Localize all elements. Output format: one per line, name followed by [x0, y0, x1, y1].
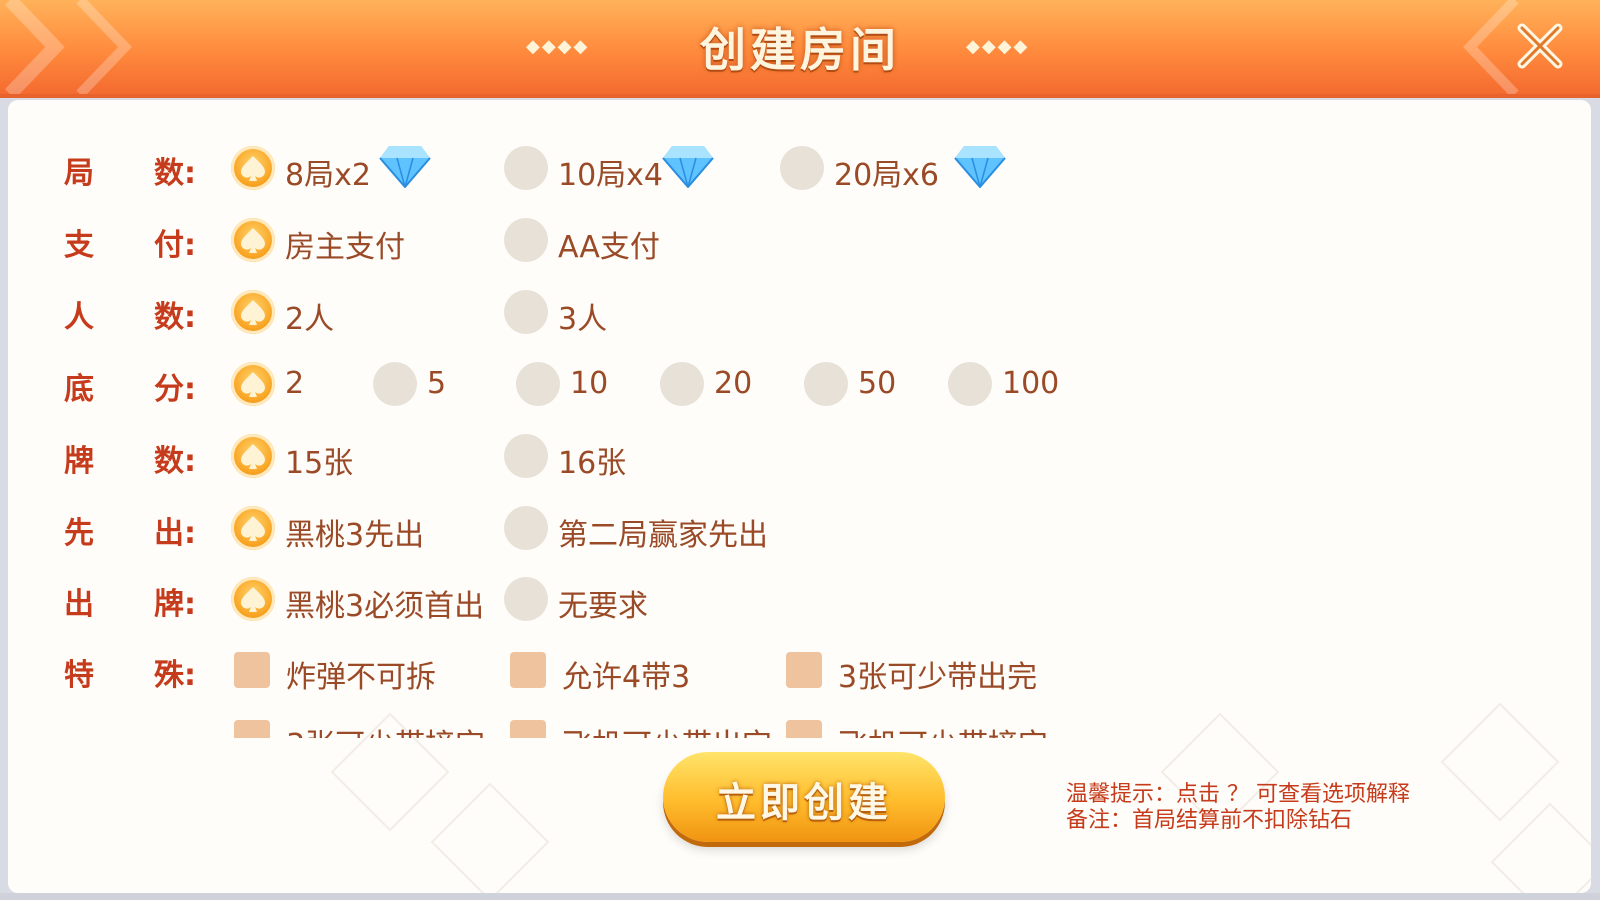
option-label: 无要求 [558, 589, 648, 624]
checkbox-box [786, 652, 822, 688]
option-label: 飞机可少带出完 [562, 720, 772, 738]
option-label: 20局x6 [834, 158, 940, 193]
row-label: 数: [154, 300, 196, 335]
option-label: 50 [858, 366, 897, 401]
radio-unselected [660, 362, 704, 406]
checkbox-box [234, 720, 270, 738]
radio-selected [231, 146, 275, 190]
row-play-rule: 出 牌: 黑桃3必须首出 无要求 [8, 569, 1508, 629]
row-label: 数: [154, 444, 196, 479]
row-label: 牌 [64, 444, 94, 479]
option-label: 炸弹不可拆 [286, 660, 436, 695]
option-label: 3人 [558, 302, 608, 337]
radio-unselected [504, 506, 548, 550]
radio-unselected [804, 362, 848, 406]
option-label: 20 [714, 366, 753, 401]
spade-icon [241, 516, 265, 541]
radio-unselected [504, 290, 548, 334]
option-label: 房主支付 [285, 230, 405, 265]
row-label: 支 [64, 228, 94, 263]
radio-selected [231, 434, 275, 478]
row-card-count: 牌 数: 15张 16张 [8, 426, 1508, 486]
radio-unselected [504, 146, 548, 190]
radio-unselected [504, 218, 548, 262]
radio-unselected [516, 362, 560, 406]
option-label: 允许4带3 [562, 660, 691, 695]
option-label: 10局x4 [558, 158, 664, 193]
spade-icon [241, 228, 265, 253]
row-base-score: 底 分: 2 5 10 20 50 100 [8, 354, 1508, 414]
radio-unselected [504, 577, 548, 621]
row-label: 先 [64, 516, 94, 551]
option-label: 15张 [285, 446, 354, 481]
row-label: 特 [64, 658, 94, 693]
radio-unselected [780, 146, 824, 190]
options-panel: 局 数: 8局x2 10局x4 20局x6 支 付: 房主支付 AA支付 人 数… [8, 100, 1591, 893]
radio-selected [231, 577, 275, 621]
radio-selected [231, 362, 275, 406]
option-label: 黑桃3先出 [285, 518, 425, 553]
create-button-label: 立即创建 [716, 780, 892, 826]
row-label: 出 [64, 587, 94, 622]
option-label: 10 [570, 366, 609, 401]
radio-unselected [373, 362, 417, 406]
tips-block: 温馨提示：点击 ？ 可查看选项解释 备注：首局结算前不扣除钻石 [1066, 782, 1410, 834]
option-label: 5 [427, 366, 447, 401]
row-label: 付: [154, 228, 196, 263]
option-label: 16张 [558, 446, 627, 481]
row-label: 人 [64, 300, 94, 335]
diamond-icon [379, 146, 431, 188]
row-label: 出: [154, 516, 196, 551]
tip-line: 温馨提示：点击 ？ 可查看选项解释 [1066, 782, 1410, 807]
checkbox-box [786, 720, 822, 738]
radio-selected [231, 506, 275, 550]
option-label: 第二局赢家先出 [558, 518, 768, 553]
row-first-play: 先 出: 黑桃3先出 第二局赢家先出 [8, 498, 1508, 558]
diamond-icon [662, 146, 714, 188]
bg-diamond-decor [1490, 802, 1591, 893]
option-label: 3张可少带出完 [838, 660, 1038, 695]
option-label: 黑桃3必须首出 [285, 589, 485, 624]
spade-icon [241, 300, 265, 325]
special-row-2-clipped: 3张可少带接完 飞机可少带出完 飞机可少带接完 [8, 710, 1508, 738]
note-line: 备注：首局结算前不扣除钻石 [1066, 808, 1353, 833]
row-label: 牌: [154, 587, 196, 622]
radio-selected [231, 218, 275, 262]
title-bar: ◆◆◆◆ ◆◆◆◆ 创建房间 [0, 0, 1600, 98]
option-label: 2人 [285, 302, 335, 337]
row-label: 殊: [154, 658, 196, 693]
checkbox-box [234, 652, 270, 688]
bg-diamond-decor [430, 782, 550, 893]
option-label: 8局x2 [285, 158, 371, 193]
option-label: 2 [285, 366, 305, 401]
option-label: 飞机可少带接完 [838, 720, 1048, 738]
page-title: 创建房间 [700, 23, 900, 77]
close-x-icon [1517, 23, 1563, 69]
row-label: 局 [64, 156, 94, 191]
row-label: 数: [154, 156, 196, 191]
checkbox-box [510, 720, 546, 738]
spade-icon [241, 587, 265, 612]
radio-selected [231, 290, 275, 334]
row-rounds: 局 数: 8局x2 10局x4 20局x6 [8, 138, 1508, 198]
radio-unselected [948, 362, 992, 406]
spade-icon [241, 372, 265, 397]
option-label: AA支付 [558, 230, 660, 265]
bottom-strip [0, 893, 1600, 900]
diamond-icon [954, 146, 1006, 188]
row-special: 特 殊: 炸弹不可拆 允许4带3 3张可少带出完 [8, 640, 1508, 700]
row-payment: 支 付: 房主支付 AA支付 [8, 210, 1508, 270]
option-label: 3张可少带接完 [286, 720, 485, 738]
close-button[interactable] [1508, 14, 1572, 78]
radio-unselected [504, 434, 548, 478]
option-label: 100 [1002, 366, 1060, 401]
row-label: 底 [64, 372, 94, 407]
create-now-button[interactable]: 立即创建 [663, 752, 945, 842]
row-players: 人 数: 2人 3人 [8, 282, 1508, 342]
row-label: 分: [154, 372, 196, 407]
checkbox-box [510, 652, 546, 688]
spade-icon [241, 444, 265, 469]
spade-icon [241, 156, 265, 181]
